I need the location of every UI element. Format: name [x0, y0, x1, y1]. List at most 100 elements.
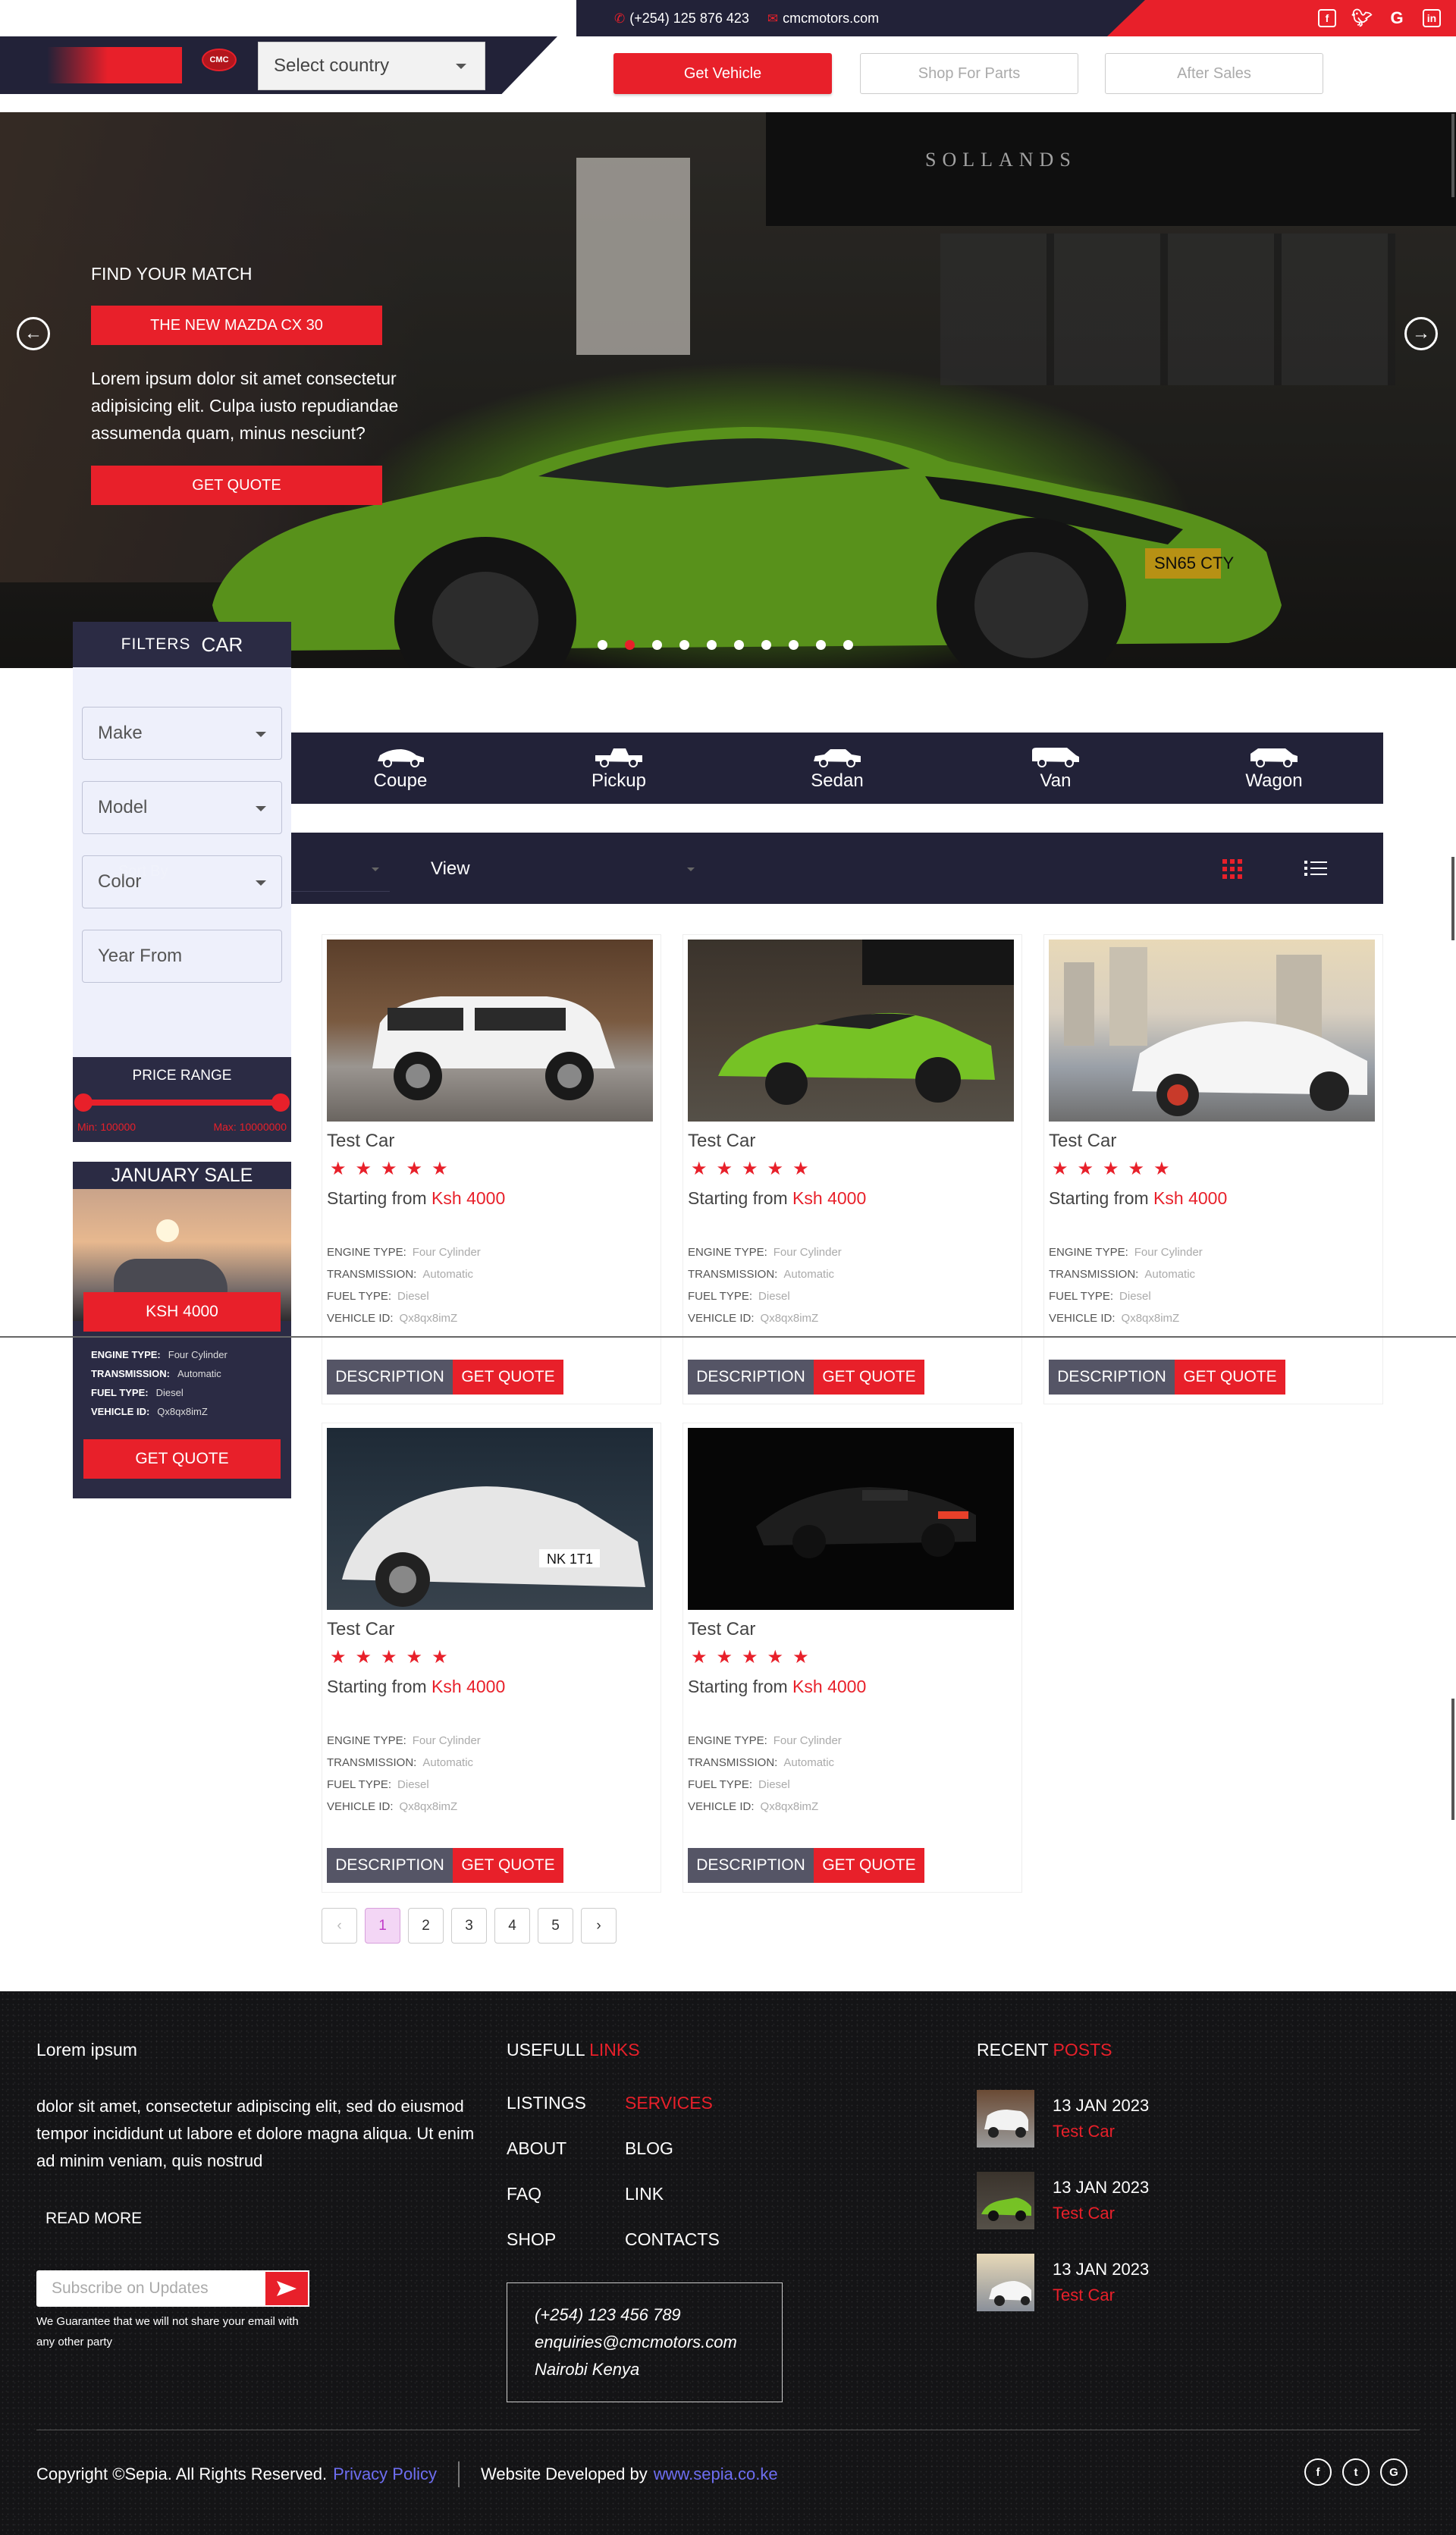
- product-image[interactable]: [688, 1428, 1014, 1610]
- country-select[interactable]: Select country: [258, 42, 485, 90]
- post-title[interactable]: Test Car: [1053, 2122, 1115, 2141]
- developer-link[interactable]: www.sepia.co.ke: [654, 2464, 778, 2484]
- footer-link-faq[interactable]: FAQ: [507, 2184, 541, 2204]
- category-van[interactable]: Van: [946, 733, 1165, 804]
- product-image[interactable]: NK 1T1: [327, 1428, 653, 1610]
- carousel-dot[interactable]: [652, 640, 662, 650]
- facebook-icon[interactable]: f: [1304, 2458, 1332, 2486]
- product-title[interactable]: Test Car: [327, 1131, 394, 1152]
- carousel-dot[interactable]: [843, 640, 853, 650]
- description-button[interactable]: DESCRIPTION: [688, 1360, 814, 1395]
- brand-logo[interactable]: [47, 47, 182, 83]
- sale-get-quote-button[interactable]: GET QUOTE: [83, 1439, 281, 1479]
- sale-image-car: [114, 1259, 228, 1297]
- make-select[interactable]: Make: [82, 707, 282, 760]
- footer-phone[interactable]: (+254) 123 456 789: [535, 2301, 782, 2329]
- arrow-left-icon[interactable]: ←: [17, 317, 50, 350]
- hero-get-quote-button[interactable]: GET QUOTE: [91, 466, 382, 505]
- privacy-policy-link[interactable]: Privacy Policy: [333, 2464, 437, 2484]
- carousel-dot[interactable]: [707, 640, 717, 650]
- sort-select[interactable]: [291, 846, 390, 892]
- email-contact[interactable]: ✉ cmcmotors.com: [767, 11, 879, 27]
- get-quote-button[interactable]: GET QUOTE: [453, 1848, 563, 1883]
- after-sales-button[interactable]: After Sales: [1105, 53, 1323, 94]
- page-2-button[interactable]: 2: [408, 1908, 444, 1944]
- arrow-right-icon[interactable]: →: [1404, 317, 1438, 350]
- description-button[interactable]: DESCRIPTION: [1049, 1360, 1175, 1395]
- product-title[interactable]: Test Car: [688, 1131, 755, 1152]
- hero-model-tag[interactable]: THE NEW MAZDA CX 30: [91, 306, 382, 345]
- scrollbar-thumb[interactable]: [1451, 114, 1454, 197]
- category-coupe[interactable]: Coupe: [291, 733, 510, 804]
- model-select[interactable]: Model: [82, 781, 282, 834]
- linkedin-icon[interactable]: in: [1423, 9, 1441, 27]
- footer-link-link[interactable]: LINK: [625, 2184, 664, 2204]
- wagon-icon: [1250, 748, 1298, 767]
- grid-view-icon[interactable]: [1222, 859, 1242, 879]
- page-1-button[interactable]: 1: [365, 1908, 400, 1944]
- category-wagon[interactable]: Wagon: [1165, 733, 1383, 804]
- prev-page-button[interactable]: ‹: [322, 1908, 357, 1944]
- twitter-icon[interactable]: 🐦︎: [1351, 8, 1373, 27]
- twitter-icon[interactable]: t: [1342, 2458, 1370, 2486]
- jeep-image: [372, 996, 615, 1100]
- post-title[interactable]: Test Car: [1053, 2204, 1115, 2223]
- google-icon[interactable]: G: [1388, 8, 1406, 27]
- footer-link-services[interactable]: SERVICES: [625, 2093, 713, 2113]
- post-title[interactable]: Test Car: [1053, 2286, 1115, 2305]
- product-image[interactable]: [1049, 940, 1375, 1122]
- facebook-icon[interactable]: f: [1318, 9, 1336, 27]
- product-title[interactable]: Test Car: [688, 1619, 755, 1640]
- footer-link-blog[interactable]: BLOG: [625, 2138, 673, 2159]
- footer-link-contacts[interactable]: CONTACTS: [625, 2229, 720, 2250]
- description-button[interactable]: DESCRIPTION: [327, 1360, 453, 1395]
- get-quote-button[interactable]: GET QUOTE: [814, 1848, 924, 1883]
- product-title[interactable]: Test Car: [1049, 1131, 1116, 1152]
- recent-post[interactable]: 13 JAN 2023 Test Car: [977, 2172, 1356, 2232]
- carousel-dot[interactable]: [789, 640, 799, 650]
- product-title[interactable]: Test Car: [327, 1619, 394, 1640]
- get-quote-button[interactable]: GET QUOTE: [453, 1360, 563, 1395]
- footer-link-listings[interactable]: LISTINGS: [507, 2093, 586, 2113]
- description-button[interactable]: DESCRIPTION: [688, 1848, 814, 1883]
- carousel-dot[interactable]: [625, 640, 635, 650]
- carousel-dot[interactable]: [679, 640, 689, 650]
- carousel-dot[interactable]: [761, 640, 771, 650]
- category-pickup[interactable]: Pickup: [510, 733, 728, 804]
- footer-email[interactable]: enquiries@cmcmotors.com: [535, 2329, 782, 2356]
- price-max-handle[interactable]: [271, 1093, 290, 1112]
- footer-link-shop[interactable]: SHOP: [507, 2229, 556, 2250]
- year-from-input[interactable]: Year From: [82, 930, 282, 983]
- recent-post[interactable]: 13 JAN 2023 Test Car: [977, 2090, 1356, 2151]
- get-quote-button[interactable]: GET QUOTE: [1175, 1360, 1285, 1395]
- next-page-button[interactable]: ›: [581, 1908, 617, 1944]
- footer-link-about[interactable]: ABOUT: [507, 2138, 566, 2159]
- carousel-dot[interactable]: [816, 640, 826, 650]
- get-quote-button[interactable]: GET QUOTE: [814, 1360, 924, 1395]
- send-icon[interactable]: [264, 2270, 309, 2307]
- carousel-dot[interactable]: [598, 640, 607, 650]
- list-view-icon[interactable]: [1304, 858, 1327, 878]
- description-button[interactable]: DESCRIPTION: [327, 1848, 453, 1883]
- subscribe-input[interactable]: Subscribe on Updates: [52, 2279, 209, 2298]
- read-more-link[interactable]: READ MORE: [46, 2210, 142, 2228]
- price-range-track[interactable]: [83, 1100, 281, 1106]
- product-image[interactable]: [688, 940, 1014, 1122]
- page-4-button[interactable]: 4: [494, 1908, 530, 1944]
- country-select-value: Select country: [274, 55, 390, 76]
- product-image[interactable]: [327, 940, 653, 1122]
- recent-post[interactable]: 13 JAN 2023 Test Car: [977, 2254, 1356, 2314]
- phone-contact[interactable]: ✆ (+254) 125 876 423: [614, 11, 749, 27]
- shop-parts-button[interactable]: Shop For Parts: [860, 53, 1078, 94]
- page-3-button[interactable]: 3: [451, 1908, 487, 1944]
- category-sedan[interactable]: Sedan: [728, 733, 946, 804]
- price-min-handle[interactable]: [74, 1093, 93, 1112]
- get-vehicle-button[interactable]: Get Vehicle: [613, 53, 832, 94]
- page-5-button[interactable]: 5: [538, 1908, 573, 1944]
- google-icon[interactable]: G: [1380, 2458, 1407, 2486]
- scrollbar-thumb[interactable]: [1451, 1699, 1454, 1820]
- scrollbar-thumb[interactable]: [1451, 857, 1454, 940]
- view-select[interactable]: View: [417, 846, 705, 892]
- carousel-dot[interactable]: [734, 640, 744, 650]
- color-select[interactable]: Color: [82, 855, 282, 908]
